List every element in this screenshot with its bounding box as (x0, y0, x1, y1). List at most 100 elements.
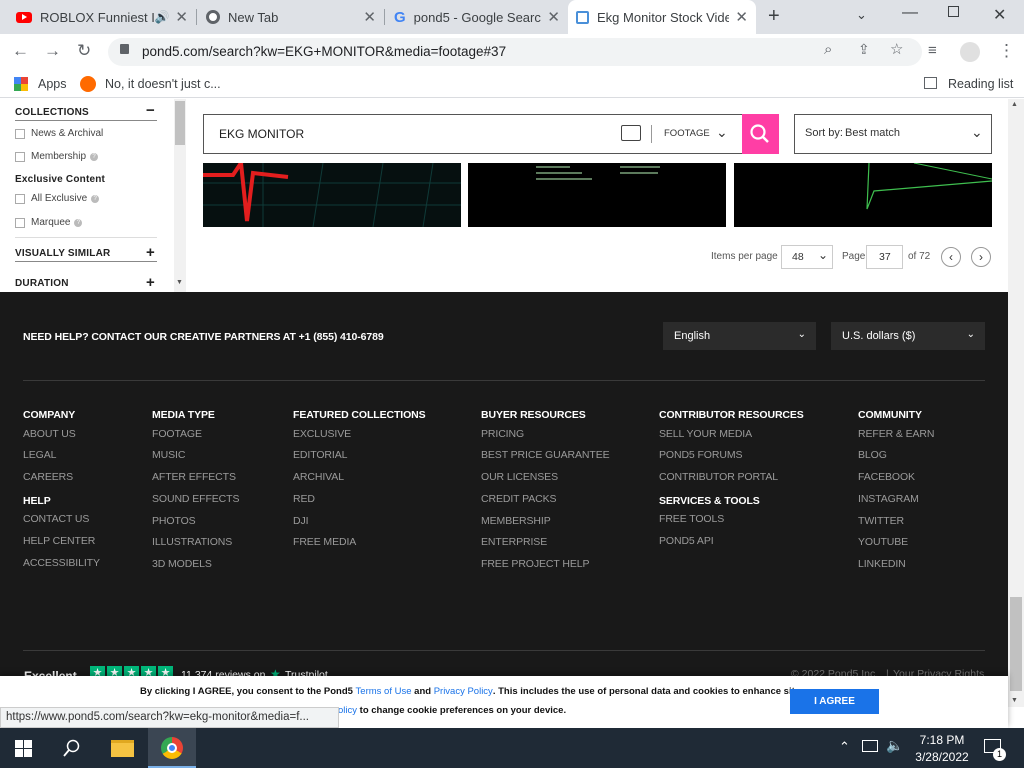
sort-dropdown[interactable]: Sort by: Best match ⌄ (794, 114, 992, 154)
footer-link-sound-effects[interactable]: SOUND EFFECTS (152, 493, 239, 505)
restore-button[interactable] (948, 6, 959, 17)
chrome-taskbar-button[interactable] (148, 728, 196, 768)
search-icon[interactable] (63, 739, 81, 757)
bookmark-star-icon[interactable]: ☆ (890, 40, 903, 58)
speaker-icon[interactable]: 🔊 (154, 10, 169, 24)
apps-grid-icon[interactable] (14, 77, 28, 91)
expand-icon[interactable]: + (146, 244, 155, 261)
help-icon[interactable]: ? (91, 194, 100, 203)
footer-link-our-licenses[interactable]: OUR LICENSES (481, 471, 558, 483)
media-type-select[interactable]: FOOTAGE (664, 128, 710, 139)
phone-number[interactable]: +1 (855) 410-6789 (299, 331, 384, 343)
footer-link-archival[interactable]: ARCHIVAL (293, 471, 344, 483)
footer-link-about-us[interactable]: ABOUT US (23, 428, 76, 440)
checkbox[interactable] (15, 217, 25, 228)
windows-start-icon[interactable] (15, 740, 32, 757)
checkbox[interactable] (15, 193, 25, 204)
bookmark-item[interactable]: No, it doesn't just c... (105, 77, 221, 91)
duration-heading[interactable]: DURATION (15, 278, 69, 289)
url-text[interactable]: pond5.com/search?kw=EKG+MONITOR&media=fo… (142, 44, 506, 59)
help-icon[interactable]: ? (90, 152, 99, 161)
close-icon[interactable]: ✕ (547, 8, 560, 26)
scroll-down-arrow-icon[interactable]: ▼ (1011, 697, 1018, 704)
collapse-icon[interactable]: − (146, 102, 155, 119)
items-per-page-select[interactable]: 48 ⌄ (781, 245, 833, 269)
help-icon[interactable]: ? (74, 218, 83, 227)
footer-link-accessibility[interactable]: ACCESSIBILITY (23, 557, 100, 569)
filter-marquee[interactable]: Marquee? (15, 217, 83, 228)
new-tab-button[interactable]: + (768, 5, 780, 28)
checkbox[interactable] (15, 151, 25, 162)
menu-kebab-icon[interactable]: ⋮ (998, 41, 1015, 61)
cookie-policy-link[interactable]: olicy (338, 705, 357, 716)
filter-news-archival[interactable]: News & Archival (15, 128, 103, 139)
clock-time[interactable]: 7:18 PM (917, 733, 967, 747)
footer-link-photos[interactable]: PHOTOS (152, 515, 196, 527)
filter-membership[interactable]: Membership? (15, 151, 99, 162)
footer-link-exclusive[interactable]: EXCLUSIVE (293, 428, 351, 440)
address-bar[interactable]: pond5.com/search?kw=EKG+MONITOR&media=fo… (108, 38, 922, 66)
footer-link-dji[interactable]: DJI (293, 515, 309, 527)
volume-icon[interactable]: 🔈 (886, 737, 903, 754)
window-close-button[interactable]: ✕ (993, 5, 1006, 25)
close-icon[interactable]: ✕ (735, 8, 748, 26)
footer-link-legal[interactable]: LEGAL (23, 449, 56, 461)
video-thumbnail[interactable] (468, 163, 726, 227)
currency-select[interactable]: U.S. dollars ($) ⌄ (831, 322, 985, 350)
footer-link-refer-earn[interactable]: REFER & EARN (858, 428, 935, 440)
footer-link-instagram[interactable]: INSTAGRAM (858, 493, 919, 505)
file-explorer-icon[interactable] (111, 740, 134, 757)
footer-link-help-center[interactable]: HELP CENTER (23, 535, 95, 547)
footer-link-editorial[interactable]: EDITORIAL (293, 449, 347, 461)
footer-link-membership[interactable]: MEMBERSHIP (481, 515, 551, 527)
image-search-icon[interactable] (621, 125, 641, 141)
privacy-policy-link[interactable]: Privacy Policy (434, 686, 493, 697)
close-icon[interactable]: ✕ (175, 8, 188, 26)
footer-link-sell-your-media[interactable]: SELL YOUR MEDIA (659, 428, 752, 440)
back-arrow-icon[interactable]: ← (12, 41, 29, 61)
footer-link-youtube[interactable]: YOUTUBE (858, 536, 908, 548)
terms-link[interactable]: Terms of Use (356, 686, 412, 697)
footer-link-free-media[interactable]: FREE MEDIA (293, 536, 356, 548)
footer-link-red[interactable]: RED (293, 493, 315, 505)
footer-link-pond5-forums[interactable]: POND5 FORUMS (659, 449, 742, 461)
tab-new-tab[interactable]: New Tab ✕ (198, 0, 384, 34)
video-thumbnail[interactable] (203, 163, 461, 227)
reload-icon[interactable]: ↻ (77, 41, 91, 61)
footer-link-after-effects[interactable]: AFTER EFFECTS (152, 471, 236, 483)
footer-link-enterprise[interactable]: ENTERPRISE (481, 536, 547, 548)
profile-avatar[interactable] (960, 42, 980, 62)
scroll-down-arrow-icon[interactable]: ▼ (176, 279, 183, 286)
page-input[interactable]: 37 (866, 245, 903, 269)
scroll-up-arrow-icon[interactable]: ▲ (1011, 101, 1018, 108)
search-input[interactable]: EKG MONITOR (219, 127, 304, 141)
tab-ekg-monitor[interactable]: Ekg Monitor Stock Vide ✕ (568, 0, 756, 34)
visually-similar-heading[interactable]: VISUALLY SIMILAR (15, 248, 110, 259)
footer-link-illustrations[interactable]: ILLUSTRATIONS (152, 536, 232, 548)
close-icon[interactable]: ✕ (363, 8, 376, 26)
next-page-button[interactable]: › (971, 247, 991, 267)
sidebar-scroll-thumb[interactable] (175, 101, 185, 145)
footer-link-free-project-help[interactable]: FREE PROJECT HELP (481, 558, 589, 570)
page-scroll-thumb[interactable] (1010, 597, 1022, 691)
search-button[interactable] (742, 114, 779, 154)
network-icon[interactable] (862, 740, 878, 752)
footer-link-facebook[interactable]: FACEBOOK (858, 471, 915, 483)
tab-search-icon[interactable]: ⌄ (856, 7, 867, 23)
language-select[interactable]: English ⌄ (663, 322, 816, 350)
share-icon[interactable]: ⇪ (858, 41, 870, 58)
collections-heading[interactable]: COLLECTIONS (15, 107, 89, 118)
footer-link-credit-packs[interactable]: CREDIT PACKS (481, 493, 557, 505)
footer-link-music[interactable]: MUSIC (152, 449, 185, 461)
footer-link-pond5-api[interactable]: POND5 API (659, 535, 714, 547)
prev-page-button[interactable]: ‹ (941, 247, 961, 267)
footer-link-free-tools[interactable]: FREE TOOLS (659, 513, 724, 525)
page-scrollbar[interactable]: ▲ ▼ (1008, 99, 1024, 707)
chevron-down-icon[interactable]: ⌄ (716, 124, 728, 141)
footer-link-twitter[interactable]: TWITTER (858, 515, 904, 527)
tab-roblox[interactable]: ROBLOX Funniest I 🔊 ✕ (8, 0, 196, 34)
footer-link-footage[interactable]: FOOTAGE (152, 428, 202, 440)
footer-link-3d-models[interactable]: 3D MODELS (152, 558, 212, 570)
media-control-icon[interactable]: ≡ (928, 42, 937, 59)
footer-link-careers[interactable]: CAREERS (23, 471, 73, 483)
